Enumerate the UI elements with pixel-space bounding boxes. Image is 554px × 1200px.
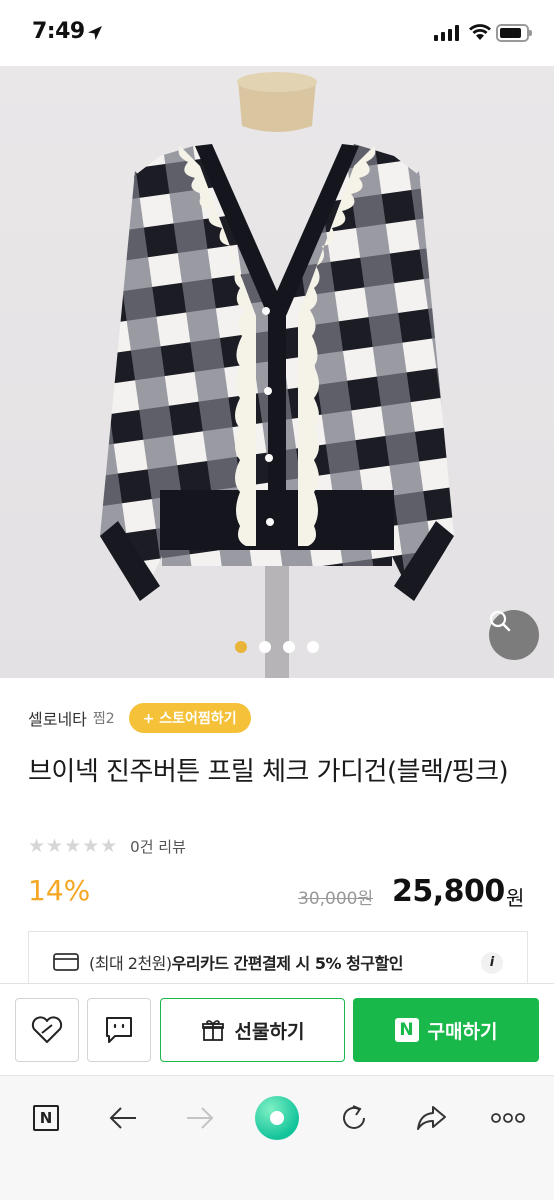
gift-button[interactable]: 선물하기: [160, 998, 345, 1062]
sale-price: 25,800: [392, 874, 505, 909]
wish-button[interactable]: [15, 998, 79, 1062]
pager-dot-1[interactable]: [235, 641, 247, 653]
info-icon[interactable]: i: [481, 952, 503, 974]
clock-time: 7:49: [32, 19, 85, 44]
product-image-gallery[interactable]: [0, 66, 554, 678]
battery-icon: [496, 24, 532, 42]
rating-row: ★★★★★ 0건 리뷰: [28, 835, 186, 857]
naver-n-icon: N: [33, 1105, 59, 1131]
naver-pay-badge-icon: N: [394, 1018, 419, 1042]
benefit-highlight: 우리카드 간편결제 시 5% 청구할인: [171, 954, 404, 973]
currency-unit: 원: [506, 886, 525, 910]
share-arrow-icon: [417, 1106, 446, 1130]
magnifier-icon: [489, 610, 511, 632]
star-rating-icon: ★★★★★: [28, 835, 119, 857]
buy-label: 구매하기: [427, 1020, 498, 1043]
refresh-button[interactable]: [332, 1096, 376, 1140]
share-button[interactable]: [409, 1096, 453, 1140]
browser-nav-bar: N: [0, 1075, 554, 1200]
chat-bubble-icon: [106, 1017, 132, 1043]
card-benefit-banner[interactable]: (최대 2천원)우리카드 간편결제 시 5% 청구할인 i: [28, 931, 528, 991]
credit-card-icon: [53, 953, 79, 971]
pager-dot-2[interactable]: [259, 641, 271, 653]
back-button[interactable]: [101, 1096, 145, 1140]
more-dots-icon: [491, 1113, 525, 1123]
location-arrow-icon: [88, 26, 102, 40]
signal-bars-icon: [434, 25, 459, 41]
review-count[interactable]: 0건 리뷰: [130, 836, 186, 857]
wifi-icon: [469, 24, 491, 40]
discount-rate: 14%: [28, 874, 91, 907]
pager-dot-3[interactable]: [283, 641, 295, 653]
original-price: 30,000원: [298, 889, 374, 909]
gift-label: 선물하기: [234, 1020, 305, 1043]
image-pager: [0, 641, 554, 655]
talk-button[interactable]: [87, 998, 151, 1062]
arrow-right-icon: [187, 1107, 214, 1129]
forward-button[interactable]: [178, 1096, 222, 1140]
buy-button[interactable]: N 구매하기: [353, 998, 539, 1062]
arrow-left-icon: [109, 1107, 136, 1129]
store-name[interactable]: 셀로네타: [28, 706, 87, 730]
heart-icon: [31, 1016, 63, 1043]
green-dot-icon: [255, 1096, 299, 1140]
refresh-icon: [343, 1105, 365, 1129]
pager-dot-4[interactable]: [307, 641, 319, 653]
green-dot-button[interactable]: [255, 1096, 299, 1140]
purchase-action-bar: 선물하기 N 구매하기: [0, 983, 554, 1075]
gift-box-icon: [201, 1020, 224, 1041]
product-title: 브이넥 진주버튼 프릴 체크 가디건(블랙/핑크): [28, 757, 509, 787]
status-bar: 7:49: [0, 0, 554, 66]
store-follow-button[interactable]: + 스토어찜하기: [128, 703, 251, 733]
naver-home-button[interactable]: N: [24, 1096, 68, 1140]
benefit-text: (최대 2천원)우리카드 간편결제 시 5% 청구할인: [89, 950, 403, 974]
store-wish-count: 찜2: [92, 711, 115, 727]
price-row: 14% 30,000원 25,800 원: [28, 874, 528, 914]
store-row: 셀로네타 찜2 + 스토어찜하기: [28, 703, 251, 733]
product-photo: [100, 72, 454, 678]
more-button[interactable]: [486, 1096, 530, 1140]
benefit-prefix: (최대 2천원): [89, 954, 172, 973]
